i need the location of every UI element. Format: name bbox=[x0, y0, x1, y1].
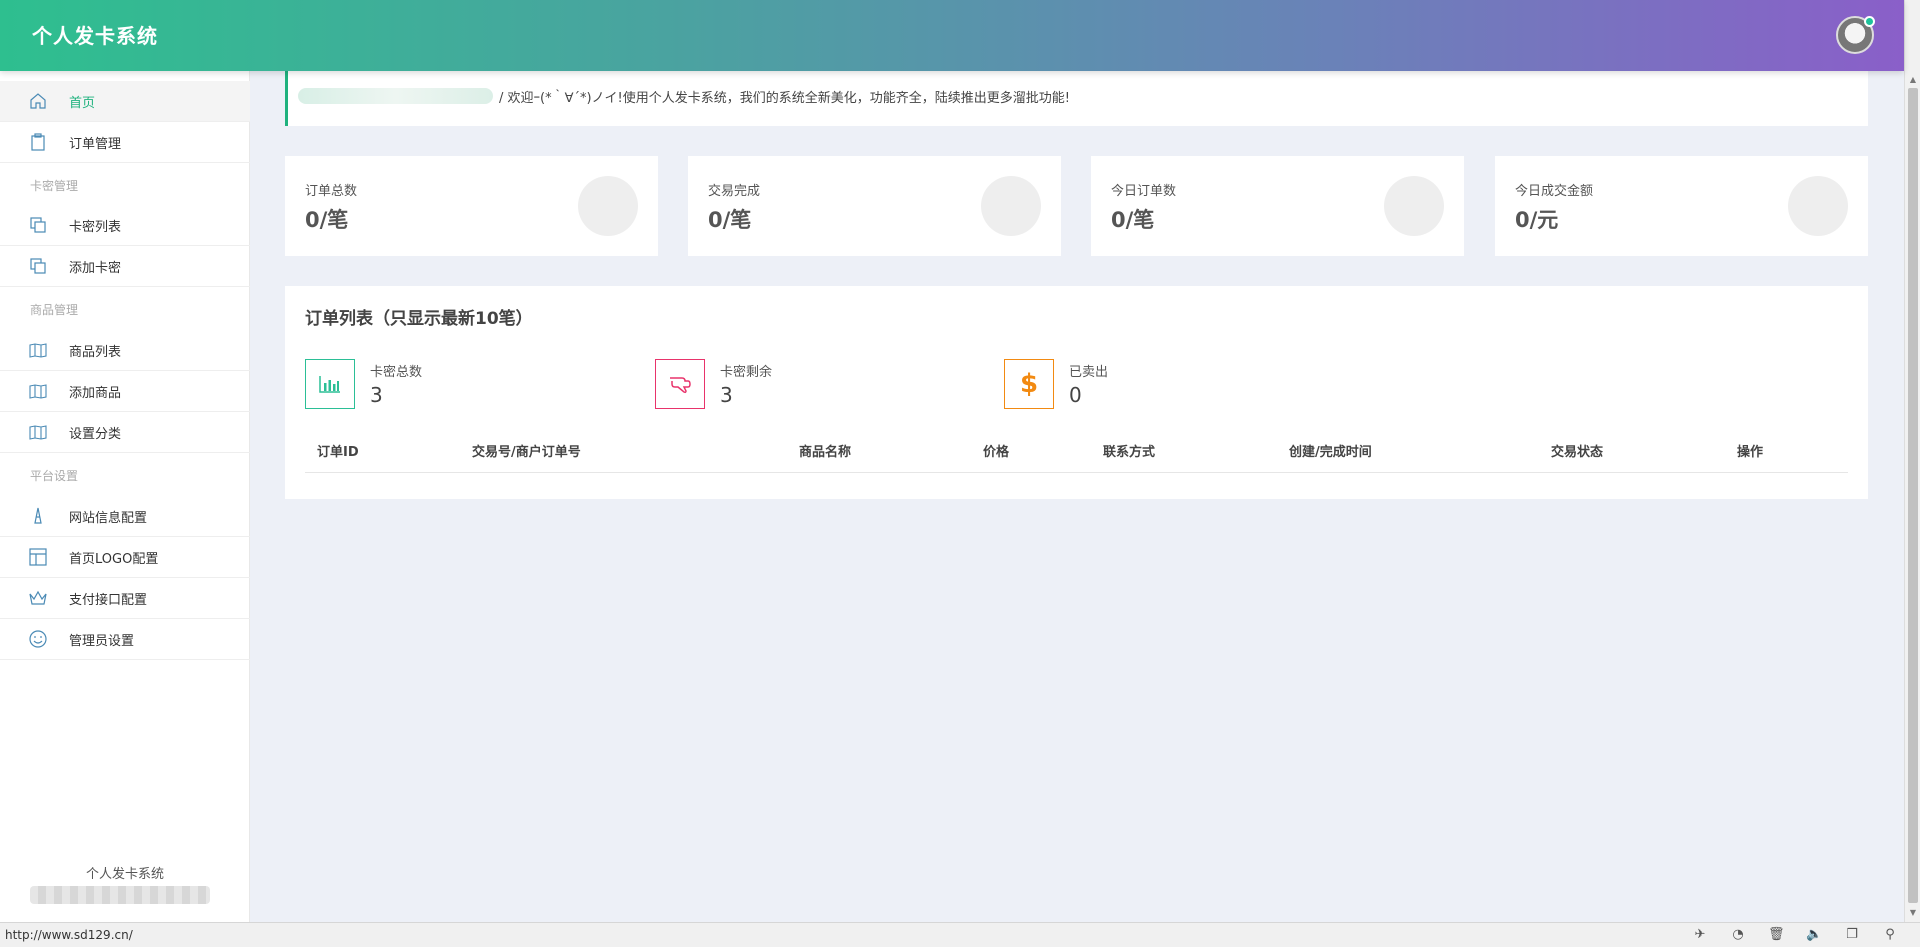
sidebar-item-label: 首页LOGO配置 bbox=[69, 551, 159, 567]
sidebar-item-label: 添加卡密 bbox=[69, 260, 122, 276]
sidebar-item-add-card[interactable]: 添加卡密 bbox=[0, 246, 250, 287]
summary-value: 0 bbox=[1069, 383, 1082, 407]
stat-label: 今日订单数 bbox=[1111, 184, 1177, 199]
sidebar-item-product-list[interactable]: 商品列表 bbox=[0, 330, 250, 371]
brand-title[interactable]: 个人发卡系统 bbox=[32, 20, 158, 49]
sidebar-item-categories[interactable]: 设置分类 bbox=[0, 412, 250, 453]
sidebar: 首页 订单管理 卡密管理 卡密列表 添加卡密 商品管理 商品列表 添加商品 设置… bbox=[0, 71, 250, 922]
stat-label: 订单总数 bbox=[305, 184, 358, 199]
stat-value: 0/笔 bbox=[1111, 208, 1155, 232]
sidebar-footer-redacted bbox=[30, 886, 210, 904]
stat-value: 0/元 bbox=[1515, 208, 1559, 232]
crown-icon bbox=[28, 588, 48, 608]
summary-label: 卡密总数 bbox=[370, 365, 423, 380]
column-header-time[interactable]: 创建/完成时间 bbox=[1289, 441, 1372, 460]
stat-circle-icon bbox=[1384, 176, 1444, 236]
group-label-cards: 卡密管理 bbox=[30, 179, 79, 193]
window-icon[interactable]: ❐ bbox=[1844, 927, 1860, 942]
group-label-products: 商品管理 bbox=[30, 303, 79, 317]
stat-card-today-orders: 今日订单数 0/笔 bbox=[1091, 156, 1464, 256]
sidebar-item-card-list[interactable]: 卡密列表 bbox=[0, 205, 250, 246]
sidebar-item-orders[interactable]: 订单管理 bbox=[0, 122, 250, 163]
orders-panel: 订单列表（只显示最新10笔） 卡密总数 3 卡密剩余 3 $ 已卖出 0 订单I… bbox=[285, 286, 1868, 499]
stat-card-total-orders: 订单总数 0/笔 bbox=[285, 156, 658, 256]
sidebar-item-label: 设置分类 bbox=[69, 426, 122, 442]
sidebar-item-label: 支付接口配置 bbox=[69, 592, 148, 608]
group-label-platform: 平台设置 bbox=[30, 469, 79, 483]
column-header-order-id[interactable]: 订单ID bbox=[317, 441, 359, 460]
status-icons: ✈ ◔ 🗑 🔈 ❐ ⚲ bbox=[1692, 927, 1898, 942]
zoom-icon[interactable]: ⚲ bbox=[1882, 927, 1898, 942]
stat-label: 今日成交金额 bbox=[1515, 184, 1594, 199]
dollar-icon: $ bbox=[1004, 359, 1054, 409]
bar-chart-icon bbox=[305, 359, 355, 409]
status-url: http://www.sd129.cn/ bbox=[5, 928, 133, 942]
stat-value: 0/笔 bbox=[708, 208, 752, 232]
notice-redacted bbox=[298, 88, 493, 104]
page-scrollbar[interactable]: ▲ ▼ bbox=[1904, 0, 1920, 922]
sidebar-footer-title: 个人发卡系统 bbox=[85, 867, 164, 882]
smile-icon bbox=[28, 629, 48, 649]
trash-icon[interactable]: 🗑 bbox=[1768, 927, 1785, 942]
sidebar-item-label: 商品列表 bbox=[69, 344, 122, 360]
stat-value: 0/笔 bbox=[305, 208, 349, 232]
top-bar: 个人发卡系统 bbox=[0, 0, 1904, 71]
summary-label: 已卖出 bbox=[1069, 365, 1109, 380]
sidebar-item-label: 网站信息配置 bbox=[69, 510, 148, 526]
main-content: / 欢迎ｰ(*｀∀´*)ノイ!使用个人发卡系统，我们的系统全新美化，功能齐全，陆… bbox=[250, 71, 1904, 922]
stat-card-today-amount: 今日成交金额 0/元 bbox=[1495, 156, 1868, 256]
sidebar-item-add-product[interactable]: 添加商品 bbox=[0, 371, 250, 412]
summary-label: 卡密剩余 bbox=[720, 365, 773, 380]
browser-status-bar: http://www.sd129.cn/ ✈ ◔ 🗑 🔈 ❐ ⚲ bbox=[0, 922, 1920, 947]
summary-value: 3 bbox=[720, 383, 733, 407]
orders-title: 订单列表（只显示最新10笔） bbox=[305, 309, 533, 329]
stat-card-completed: 交易完成 0/笔 bbox=[688, 156, 1061, 256]
column-header-contact[interactable]: 联系方式 bbox=[1103, 441, 1155, 460]
sidebar-item-label: 首页 bbox=[69, 95, 96, 111]
book-icon bbox=[28, 340, 48, 360]
orders-table-header: 订单ID 交易号/商户订单号 商品名称 价格 联系方式 创建/完成时间 交易状态… bbox=[305, 441, 1848, 473]
speed-icon[interactable]: ◔ bbox=[1730, 927, 1746, 942]
stat-circle-icon bbox=[578, 176, 638, 236]
sidebar-item-label: 管理员设置 bbox=[69, 633, 135, 649]
sidebar-item-label: 卡密列表 bbox=[69, 219, 122, 235]
column-header-trade-no[interactable]: 交易号/商户订单号 bbox=[472, 441, 581, 460]
rocket-icon[interactable]: ✈ bbox=[1692, 927, 1708, 942]
column-header-price[interactable]: 价格 bbox=[983, 441, 1009, 460]
user-avatar[interactable] bbox=[1836, 16, 1875, 54]
sidebar-item-site-config[interactable]: 网站信息配置 bbox=[0, 496, 250, 537]
sidebar-item-label: 添加商品 bbox=[69, 385, 122, 401]
column-header-status[interactable]: 交易状态 bbox=[1551, 441, 1603, 460]
home-icon bbox=[28, 91, 48, 111]
column-header-actions[interactable]: 操作 bbox=[1737, 441, 1763, 460]
stat-label: 交易完成 bbox=[708, 184, 761, 199]
copy-icon bbox=[28, 215, 48, 235]
notice-text: / 欢迎ｰ(*｀∀´*)ノイ!使用个人发卡系统，我们的系统全新美化，功能齐全，陆… bbox=[499, 91, 1070, 106]
stat-circle-icon bbox=[1788, 176, 1848, 236]
hand-icon bbox=[655, 359, 705, 409]
online-status-dot bbox=[1864, 16, 1875, 27]
column-header-product-name[interactable]: 商品名称 bbox=[799, 441, 851, 460]
summary-value: 3 bbox=[370, 383, 383, 407]
sidebar-item-logo-config[interactable]: 首页LOGO配置 bbox=[0, 537, 250, 578]
sidebar-item-payment-config[interactable]: 支付接口配置 bbox=[0, 578, 250, 619]
clipboard-icon bbox=[28, 132, 48, 152]
copy-icon bbox=[28, 256, 48, 276]
sidebar-item-home[interactable]: 首页 bbox=[0, 81, 250, 122]
scroll-thumb[interactable] bbox=[1908, 88, 1918, 903]
tower-icon bbox=[28, 506, 48, 526]
scroll-down-icon[interactable]: ▼ bbox=[1905, 906, 1920, 920]
welcome-notice: / 欢迎ｰ(*｀∀´*)ノイ!使用个人发卡系统，我们的系统全新美化，功能齐全，陆… bbox=[285, 71, 1868, 126]
scroll-up-icon[interactable]: ▲ bbox=[1905, 73, 1920, 87]
sound-icon[interactable]: 🔈 bbox=[1806, 927, 1822, 942]
stat-circle-icon bbox=[981, 176, 1041, 236]
book-icon bbox=[28, 381, 48, 401]
sidebar-item-admin-settings[interactable]: 管理员设置 bbox=[0, 619, 250, 660]
layout-icon bbox=[28, 547, 48, 567]
sidebar-item-label: 订单管理 bbox=[69, 136, 122, 152]
book-icon bbox=[28, 422, 48, 442]
